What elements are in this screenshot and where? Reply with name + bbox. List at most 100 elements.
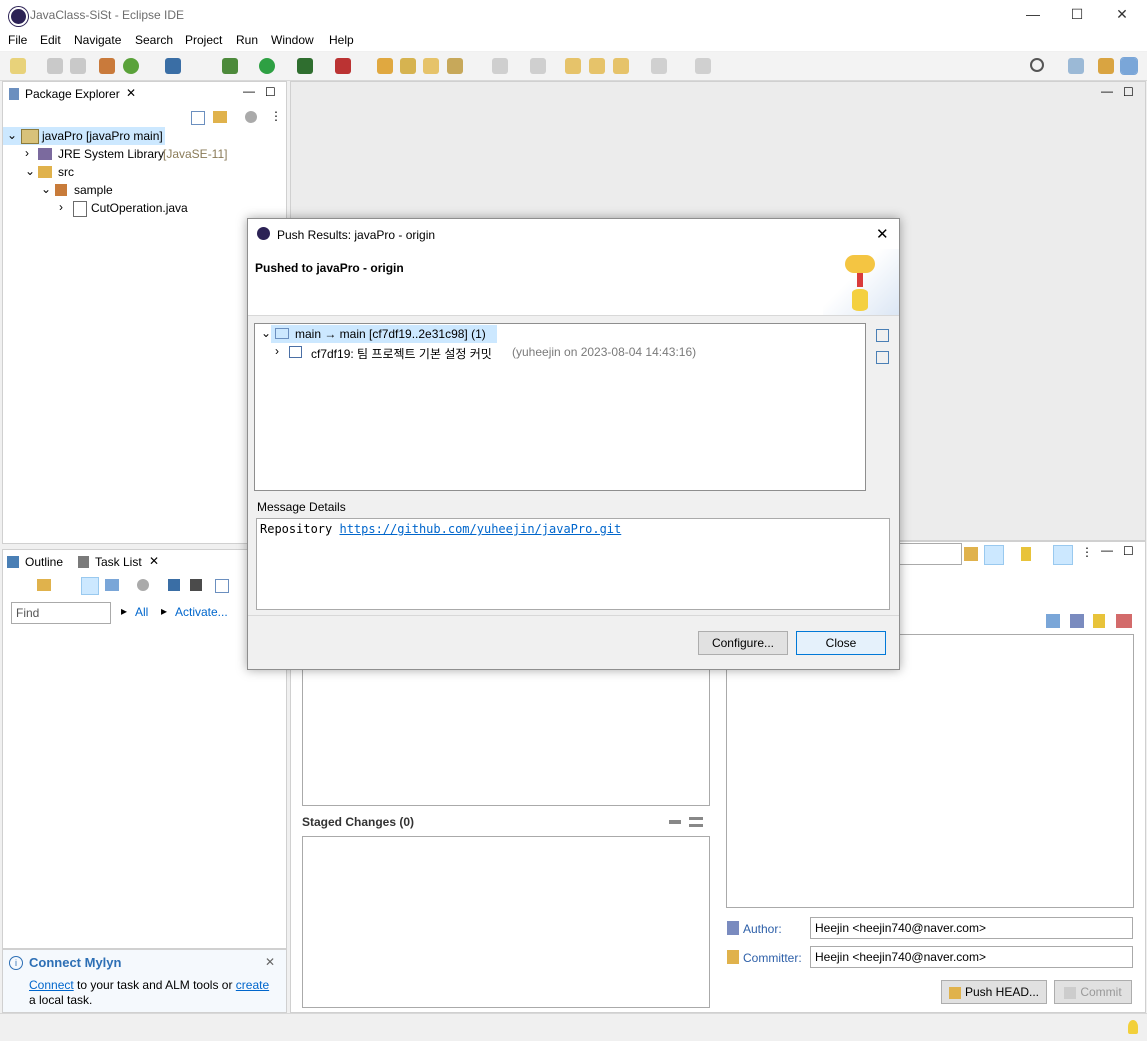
tree-row-package[interactable]: ⌄ sample (3, 181, 203, 199)
menu-help[interactable]: Help (329, 33, 354, 47)
close-icon[interactable]: ✕ (265, 955, 275, 969)
link-editor-icon[interactable] (213, 111, 227, 123)
maximize-view-icon[interactable]: ☐ (1123, 544, 1134, 558)
maximize-editor-icon[interactable]: ☐ (1123, 85, 1134, 99)
next-annotation-icon[interactable] (492, 58, 508, 74)
coverage-icon[interactable] (297, 58, 313, 74)
task-list-tab[interactable]: Task List (95, 555, 142, 569)
expand-all-icon[interactable] (876, 351, 889, 364)
unstage-icon[interactable] (689, 817, 703, 827)
search-icon[interactable] (1030, 58, 1044, 72)
last-edit-icon[interactable] (565, 58, 581, 74)
presentation-icon[interactable] (1053, 545, 1073, 565)
tree-row-src[interactable]: ⌄ src (3, 163, 203, 181)
run-icon[interactable] (259, 58, 275, 74)
staging-filter-input[interactable] (896, 543, 962, 565)
link-selection-icon[interactable] (984, 545, 1004, 565)
pencil-icon[interactable] (447, 58, 463, 74)
close-window-button[interactable]: ✕ (1112, 6, 1132, 26)
collapse-all-icon[interactable] (191, 111, 205, 125)
minimize-view-icon[interactable]: — (1101, 543, 1113, 557)
push-head-button[interactable]: Push HEAD... (941, 980, 1047, 1004)
menu-search[interactable]: Search (135, 33, 173, 47)
author-field[interactable]: Heejin <heejin740@naver.com> (810, 917, 1133, 939)
commit-row[interactable]: › cf7df19: 팀 프로젝트 기본 설정 커밋 (yuheejin on … (275, 343, 745, 361)
commit-message-area[interactable] (726, 634, 1134, 908)
menu-window[interactable]: Window (271, 33, 314, 47)
open-type-icon[interactable] (377, 58, 393, 74)
back-icon[interactable] (613, 58, 629, 74)
scheduled-icon[interactable] (105, 579, 119, 591)
connect-link[interactable]: Connect (29, 978, 74, 992)
refresh-icon[interactable] (964, 547, 978, 561)
outline-tab[interactable]: Outline (25, 555, 63, 569)
create-link[interactable]: create (236, 978, 269, 992)
amend-icon[interactable] (1046, 614, 1060, 628)
configure-button[interactable]: Configure... (698, 631, 788, 655)
minimize-button[interactable]: — (1023, 6, 1043, 26)
filter-icon[interactable] (137, 579, 149, 591)
collapse-all-icon[interactable] (876, 329, 889, 342)
menu-project[interactable]: Project (185, 33, 222, 47)
activate-link[interactable]: Activate... (175, 605, 228, 619)
forward-icon[interactable] (651, 58, 667, 74)
hide-completed-icon[interactable] (168, 579, 180, 591)
unstage-all-icon[interactable] (669, 820, 681, 824)
categorized-icon[interactable] (81, 577, 99, 595)
tree-row-jre[interactable]: › JRE System Library [JavaSE-11] (3, 145, 263, 163)
build-icon[interactable] (99, 58, 115, 74)
open-folder-icon[interactable] (423, 58, 439, 74)
view-menu-icon[interactable]: ⋮ (270, 109, 282, 123)
package-explorer-tab[interactable]: Package Explorer (25, 87, 120, 101)
push-result-tree[interactable]: ⌄ main → main [cf7df19..2e31c98] (1) › c… (254, 323, 866, 491)
commit-button[interactable]: Commit (1054, 980, 1132, 1004)
dialog-close-icon[interactable]: ✕ (876, 225, 889, 243)
sync-icon[interactable] (190, 579, 202, 591)
menu-navigate[interactable]: Navigate (74, 33, 121, 47)
console-icon[interactable] (165, 58, 181, 74)
repository-icon[interactable] (1021, 547, 1031, 561)
tree-row-project[interactable]: ⌄ javaPro [javaPro main] (3, 127, 165, 145)
repository-url-link[interactable]: https://github.com/yuheejin/javaPro.git (339, 522, 621, 536)
close-tab-icon[interactable]: ✕ (126, 86, 136, 100)
all-link[interactable]: All (135, 605, 148, 619)
committer-field[interactable]: Heejin <heejin740@naver.com> (810, 946, 1133, 968)
branch-icon (275, 328, 289, 339)
ref-update-row[interactable]: ⌄ main → main [cf7df19..2e31c98] (1) (261, 325, 497, 343)
java-perspective-icon[interactable] (1098, 58, 1114, 74)
menu-run[interactable]: Run (236, 33, 258, 47)
maximize-view-icon[interactable]: ☐ (265, 85, 276, 99)
menu-file[interactable]: File (8, 33, 27, 47)
menu-edit[interactable]: Edit (40, 33, 61, 47)
open-perspective-icon[interactable] (1068, 58, 1084, 74)
commit-node-icon (289, 346, 302, 358)
collapse-all-icon[interactable] (215, 579, 229, 593)
signoff-icon[interactable] (1070, 614, 1084, 628)
debug-icon[interactable] (222, 58, 238, 74)
staged-list[interactable] (302, 836, 710, 1008)
close-tab-icon[interactable]: ✕ (149, 554, 159, 568)
lock-icon[interactable] (1093, 614, 1105, 628)
tree-row-file[interactable]: › CutOperation.java (3, 199, 223, 217)
prev-annotation-icon[interactable] (530, 58, 546, 74)
open-task-icon[interactable] (400, 58, 416, 74)
find-input[interactable]: Find (11, 602, 111, 624)
unstaged-list[interactable] (302, 668, 710, 806)
pin-editor-icon[interactable] (695, 58, 711, 74)
refresh-icon[interactable] (123, 58, 139, 74)
maximize-button[interactable]: ☐ (1067, 6, 1087, 26)
change-id-icon[interactable] (1116, 614, 1132, 628)
forward-edit-icon[interactable] (589, 58, 605, 74)
git-perspective-icon[interactable] (1120, 57, 1138, 75)
save-icon[interactable] (47, 58, 63, 74)
new-icon[interactable] (10, 58, 26, 74)
external-tools-icon[interactable] (335, 58, 351, 74)
filter-icon[interactable] (245, 111, 257, 123)
minimize-view-icon[interactable]: — (243, 84, 255, 98)
new-task-icon[interactable] (37, 579, 51, 591)
view-menu-icon[interactable]: ⋮ (1081, 545, 1093, 559)
tip-icon[interactable] (1128, 1020, 1138, 1034)
close-button[interactable]: Close (796, 631, 886, 655)
save-all-icon[interactable] (70, 58, 86, 74)
minimize-editor-icon[interactable]: — (1101, 84, 1113, 98)
